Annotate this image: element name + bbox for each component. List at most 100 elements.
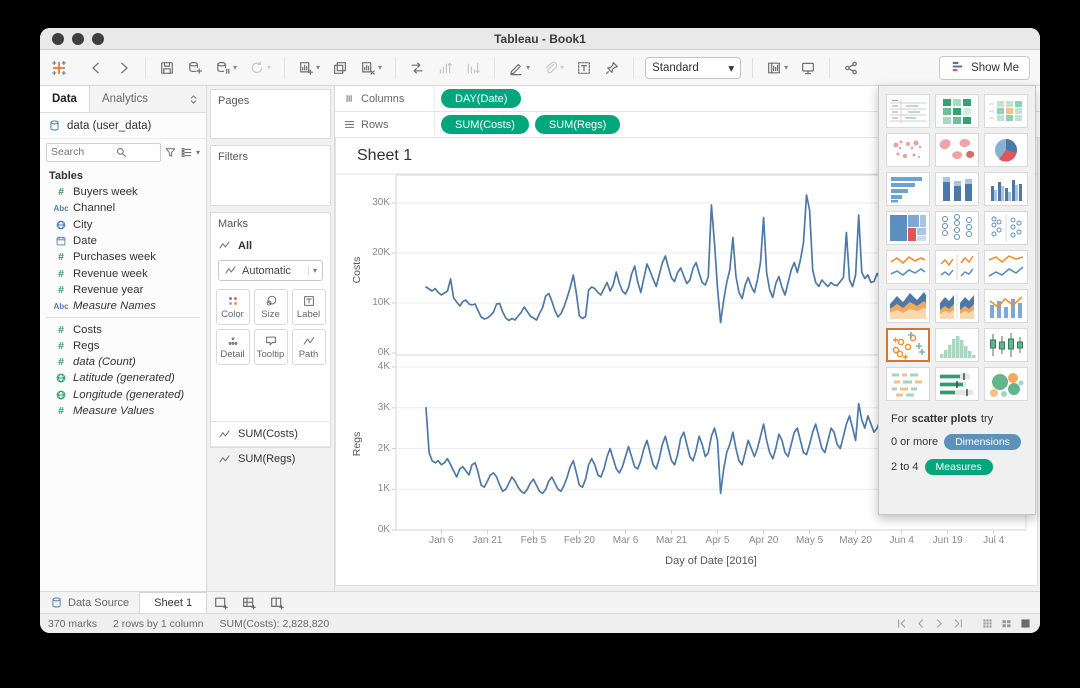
- pane-toggle-icon[interactable]: [187, 93, 200, 106]
- color-button[interactable]: Color: [216, 289, 250, 325]
- last-page-icon[interactable]: [952, 617, 965, 630]
- search-input[interactable]: [46, 143, 161, 162]
- field-city[interactable]: City: [40, 217, 206, 233]
- field-measure-names[interactable]: AbcMeasure Names: [40, 298, 206, 314]
- text-label-button[interactable]: [572, 56, 596, 80]
- filters-shelf[interactable]: Filters: [210, 145, 331, 206]
- label-button[interactable]: Label: [292, 289, 326, 325]
- datasource-tab[interactable]: Data Source: [40, 592, 139, 613]
- fit-selector[interactable]: Standard▾: [645, 57, 741, 79]
- showme-dual-lines[interactable]: [984, 250, 1028, 284]
- showme-side-by-side-bars[interactable]: [984, 172, 1028, 206]
- clear-sheet-button[interactable]: ▾: [356, 56, 386, 80]
- new-worksheet-tab-icon[interactable]: [207, 592, 235, 613]
- showme-circle-views[interactable]: [935, 211, 979, 245]
- detail-button[interactable]: Detail: [216, 329, 250, 365]
- first-page-icon[interactable]: [895, 617, 908, 630]
- highlight-button[interactable]: ▾: [504, 56, 534, 80]
- mark-type-dropdown[interactable]: Automatic ▾: [218, 260, 323, 281]
- showme-lines-discrete[interactable]: [935, 250, 979, 284]
- field-channel[interactable]: AbcChannel: [40, 200, 206, 216]
- refresh-button[interactable]: ▾: [245, 56, 275, 80]
- field-measure-values[interactable]: #Measure Values: [40, 403, 206, 419]
- filter-funnel-icon[interactable]: [164, 146, 177, 159]
- redo-button[interactable]: [112, 56, 136, 80]
- showme-histogram[interactable]: [935, 328, 979, 362]
- tab-analytics[interactable]: Analytics: [90, 86, 160, 112]
- pill-sum-regs[interactable]: SUM(Regs): [535, 115, 620, 134]
- showme-packed-bubbles[interactable]: [984, 367, 1028, 401]
- pin-button[interactable]: [600, 56, 624, 80]
- next-page-icon[interactable]: [933, 617, 946, 630]
- field-revenue-year[interactable]: #Revenue year: [40, 282, 206, 298]
- field-longitude-generated-[interactable]: Longitude (generated): [40, 387, 206, 403]
- search-field[interactable]: [51, 146, 115, 158]
- field-data-count-[interactable]: #data (Count): [40, 354, 206, 370]
- new-worksheet-button[interactable]: ▾: [294, 56, 324, 80]
- mark-row-sum-regs[interactable]: SUM(Regs): [211, 446, 330, 471]
- showme-gantt[interactable]: [886, 367, 930, 401]
- showme-highlight-table[interactable]: [935, 94, 979, 128]
- side-by-side-bars-icon: [986, 174, 1026, 204]
- field-revenue-week[interactable]: #Revenue week: [40, 265, 206, 281]
- previous-page-icon[interactable]: [914, 617, 927, 630]
- show-filmstrip-icon[interactable]: [1000, 617, 1013, 630]
- field-costs[interactable]: #Costs: [40, 321, 206, 337]
- field-buyers-week[interactable]: #Buyers week: [40, 184, 206, 200]
- sort-ascending-button[interactable]: [433, 56, 457, 80]
- field-purchases-week[interactable]: #Purchases week: [40, 249, 206, 265]
- dropdown-caret-icon: ▾: [267, 63, 271, 72]
- view-as-caret-icon[interactable]: ▾: [196, 148, 200, 157]
- pages-shelf[interactable]: Pages: [210, 89, 331, 139]
- mark-row-sum-costs[interactable]: SUM(Costs): [211, 421, 330, 446]
- show-cards-button[interactable]: ▾: [762, 56, 792, 80]
- showme-text-table[interactable]: [886, 94, 930, 128]
- field-date[interactable]: Date: [40, 233, 206, 249]
- attach-button[interactable]: ▾: [538, 56, 568, 80]
- sort-descending-button[interactable]: [461, 56, 485, 80]
- showme-heat-map[interactable]: [984, 94, 1028, 128]
- tab-data[interactable]: Data: [40, 86, 90, 112]
- tooltip-button[interactable]: Tooltip: [254, 329, 288, 365]
- showme-area-continuous[interactable]: [886, 289, 930, 323]
- duplicate-button[interactable]: [328, 56, 352, 80]
- swap-rows-columns-button[interactable]: [405, 56, 429, 80]
- hash-field-icon: #: [49, 356, 73, 368]
- presentation-button[interactable]: [796, 56, 820, 80]
- pause-updates-button[interactable]: ▾: [211, 56, 241, 80]
- showme-bullet-graph[interactable]: [935, 367, 979, 401]
- share-button[interactable]: [839, 56, 863, 80]
- pill-day-date[interactable]: DAY(Date): [441, 89, 521, 108]
- save-button[interactable]: [155, 56, 179, 80]
- showme-dual-combination[interactable]: [984, 289, 1028, 323]
- showme-scatter-plot-selected[interactable]: [886, 328, 930, 362]
- showme-area-discrete[interactable]: [935, 289, 979, 323]
- pill-sum-costs[interactable]: SUM(Costs): [441, 115, 529, 134]
- showme-filled-map[interactable]: [935, 133, 979, 167]
- x-tick-label: Feb 20: [564, 535, 595, 546]
- datasource-row[interactable]: data (user_data): [40, 113, 206, 139]
- show-me-button[interactable]: Show Me: [939, 56, 1030, 80]
- field-regs[interactable]: #Regs: [40, 338, 206, 354]
- new-dashboard-tab-icon[interactable]: [235, 592, 263, 613]
- line-mark-icon: [218, 453, 231, 466]
- showme-symbol-map[interactable]: [886, 133, 930, 167]
- showme-stacked-bars[interactable]: [935, 172, 979, 206]
- sheet1-tab[interactable]: Sheet 1: [139, 592, 207, 613]
- showme-side-by-side-circles[interactable]: [984, 211, 1028, 245]
- marks-all-row[interactable]: All: [211, 235, 330, 258]
- showme-lines-continuous[interactable]: [886, 250, 930, 284]
- undo-button[interactable]: [84, 56, 108, 80]
- showme-pie-chart[interactable]: [984, 133, 1028, 167]
- path-button[interactable]: Path: [292, 329, 326, 365]
- add-data-button[interactable]: [183, 56, 207, 80]
- new-story-tab-icon[interactable]: [263, 592, 291, 613]
- showme-box-and-whisker[interactable]: [984, 328, 1028, 362]
- showme-treemap[interactable]: [886, 211, 930, 245]
- view-as-icon[interactable]: [180, 146, 193, 159]
- show-sheet-tabs-icon[interactable]: [981, 617, 994, 630]
- size-button[interactable]: Size: [254, 289, 288, 325]
- showme-horizontal-bars[interactable]: [886, 172, 930, 206]
- field-latitude-generated-[interactable]: Latitude (generated): [40, 370, 206, 386]
- show-sheet-icon[interactable]: [1019, 617, 1032, 630]
